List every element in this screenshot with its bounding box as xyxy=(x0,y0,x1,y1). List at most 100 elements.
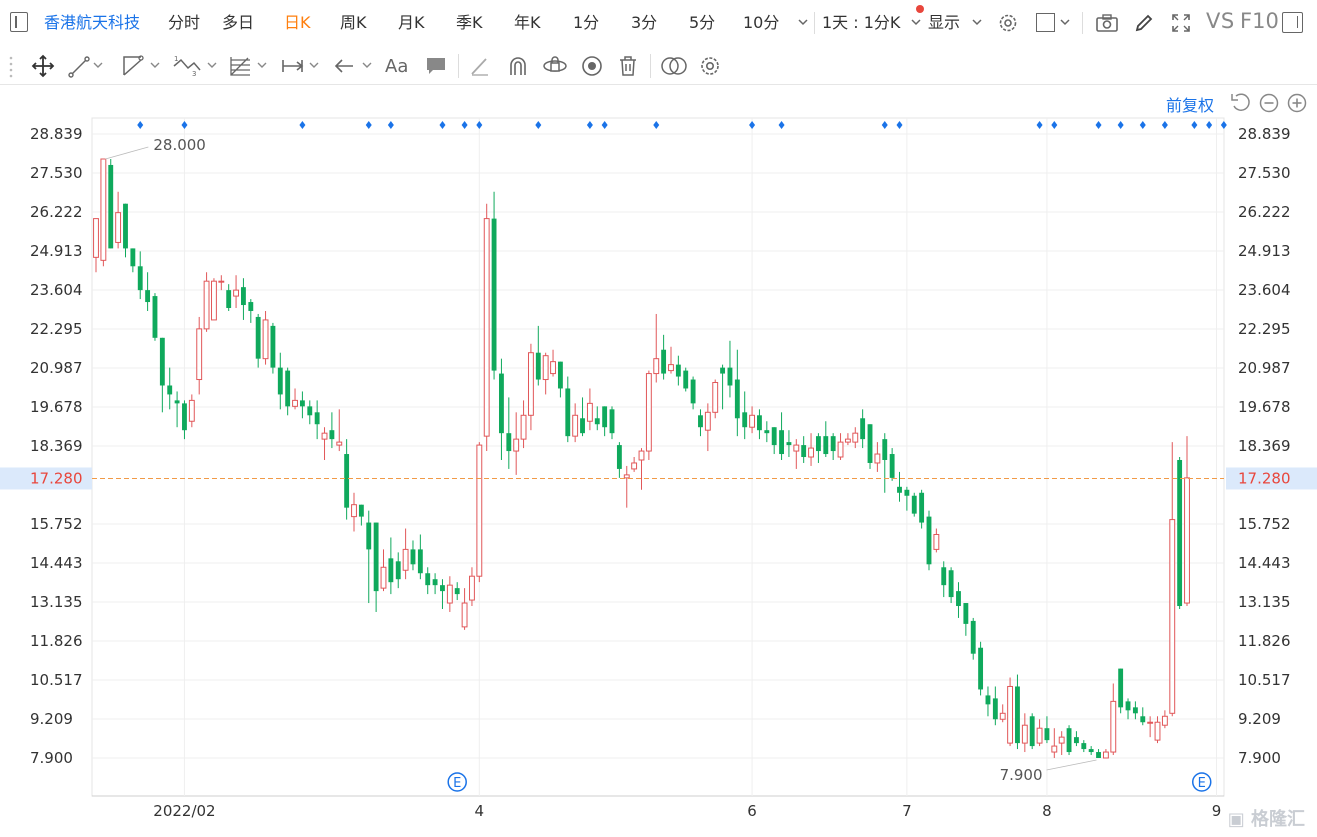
candle-body xyxy=(1169,519,1176,714)
f10-button[interactable]: F10 xyxy=(1240,10,1279,32)
period-tab-monthly[interactable]: 月K xyxy=(398,12,425,34)
candle-down xyxy=(491,191,497,380)
candle-body xyxy=(963,603,969,624)
x-tick-label: 6 xyxy=(747,802,757,820)
period-tab-quarterly[interactable]: 季K xyxy=(456,12,483,34)
candle-body xyxy=(985,695,991,705)
candle-body xyxy=(380,566,387,589)
candle-body xyxy=(395,561,401,580)
y-tick-label: 26.222 xyxy=(1238,203,1291,221)
text-tool-icon[interactable]: Aa xyxy=(385,56,408,77)
candle-body xyxy=(757,415,762,431)
pen-tool-icon[interactable] xyxy=(469,54,491,78)
channel-tool-icon[interactable] xyxy=(121,54,161,78)
period-tab-3min[interactable]: 3分 xyxy=(631,12,657,34)
visibility-icon[interactable] xyxy=(580,54,604,78)
candle-body xyxy=(550,361,556,375)
vs-button[interactable]: VS xyxy=(1206,10,1235,32)
period-tab-daily[interactable]: 日K xyxy=(284,12,311,34)
period-tab-5min[interactable]: 5分 xyxy=(689,12,715,34)
lock-icon[interactable] xyxy=(542,54,568,78)
candle-body xyxy=(978,647,984,690)
candle-body xyxy=(1044,728,1050,741)
period-tab-yearly[interactable]: 年K xyxy=(514,12,541,34)
event-marker[interactable]: E xyxy=(1191,772,1212,792)
candle-body xyxy=(461,602,468,628)
candle-body xyxy=(1161,715,1168,726)
stock-name[interactable]: 香港航天科技 xyxy=(44,12,140,34)
candle-body xyxy=(233,289,239,297)
trash-icon[interactable] xyxy=(617,54,639,78)
candle-up xyxy=(483,203,490,452)
top-toolbar: 香港航天科技 分时 多日 日K 周K 月K 季K 年K 1分 3分 5分 10分… xyxy=(0,0,1317,46)
camera-icon[interactable] xyxy=(1095,12,1119,34)
wave-tool-icon[interactable]: 13 xyxy=(172,54,220,78)
chevron-down-icon[interactable] xyxy=(1059,17,1071,27)
candle-down xyxy=(683,367,689,392)
settings-icon[interactable] xyxy=(997,12,1019,34)
compare-icon[interactable] xyxy=(660,54,688,78)
period-tab-10min[interactable]: 10分 xyxy=(743,12,779,34)
period-tab-weekly[interactable]: 周K xyxy=(340,12,367,34)
y-tick-label: 15.752 xyxy=(30,515,83,533)
event-marker[interactable]: E xyxy=(447,772,467,792)
y-tick-label: 10.517 xyxy=(30,671,83,689)
move-icon[interactable] xyxy=(31,54,55,78)
candlestick-chart[interactable]: 28.839 27.530 26.222 24.913 23.604 22.295 20.9… xyxy=(0,84,1317,837)
candle-body xyxy=(351,504,357,518)
settings-icon[interactable] xyxy=(698,54,722,78)
chevron-down-icon[interactable] xyxy=(971,17,983,27)
candle-body xyxy=(801,445,807,458)
sidebar-toggle-icon[interactable] xyxy=(10,12,28,32)
candle-body xyxy=(336,441,343,446)
period-tab-multiday[interactable]: 多日 xyxy=(222,12,254,34)
candle-down xyxy=(1029,713,1035,750)
interval-select[interactable]: 1天 : 1分K xyxy=(822,12,900,34)
line-tool-icon[interactable] xyxy=(68,54,104,78)
period-tab-intraday[interactable]: 分时 xyxy=(168,12,200,34)
candle-body xyxy=(616,445,622,469)
y-tick-label: 20.987 xyxy=(1238,359,1291,377)
candle-body xyxy=(1073,737,1079,744)
candle-body xyxy=(159,337,165,386)
fullscreen-icon[interactable] xyxy=(1170,12,1192,34)
display-menu[interactable]: 显示 xyxy=(928,12,960,34)
drag-handle-icon[interactable] xyxy=(8,54,14,78)
y-tick-label: 27.530 xyxy=(30,164,83,182)
candle-body xyxy=(867,424,873,463)
candle-body xyxy=(712,382,719,413)
candle-body xyxy=(1007,685,1014,744)
y-tick-label: 13.135 xyxy=(30,593,83,611)
comment-tool-icon[interactable] xyxy=(424,54,448,78)
candle-body xyxy=(1154,721,1161,741)
toolbar-divider xyxy=(650,54,651,78)
y-tick-label: 14.443 xyxy=(1238,554,1291,572)
period-tab-1min[interactable]: 1分 xyxy=(573,12,599,34)
y-tick-label: 11.826 xyxy=(1238,632,1291,650)
candle-up xyxy=(211,278,217,321)
candle-body xyxy=(1125,701,1131,711)
arrow-tool-icon[interactable] xyxy=(333,54,375,78)
chevron-down-icon[interactable] xyxy=(910,17,922,27)
candle-body xyxy=(970,620,976,654)
magnet-icon[interactable] xyxy=(506,54,530,78)
candle-body xyxy=(388,558,394,583)
panel-toggle-icon[interactable] xyxy=(1282,12,1303,33)
chart-style-icon[interactable] xyxy=(1036,13,1055,32)
candle-body xyxy=(152,296,158,338)
candle-body xyxy=(93,218,99,258)
candle-body xyxy=(860,418,866,440)
candle-body xyxy=(446,584,453,604)
y-axis-right: 28.839 27.530 26.222 24.913 23.604 22.295 20.9… xyxy=(1226,125,1317,767)
toolbar-divider xyxy=(1082,12,1083,34)
candle-body xyxy=(321,432,328,440)
y-tick-label: 9.209 xyxy=(30,710,73,728)
measure-tool-icon[interactable] xyxy=(280,54,322,78)
candle-down xyxy=(926,510,932,571)
drawing-toolbar: 13 Aa xyxy=(0,46,1317,85)
candle-body xyxy=(933,533,940,550)
pencil-icon[interactable] xyxy=(1133,12,1155,34)
candle-down xyxy=(1177,457,1183,609)
chevron-down-icon[interactable] xyxy=(797,17,809,27)
fib-tool-icon[interactable] xyxy=(228,54,268,78)
